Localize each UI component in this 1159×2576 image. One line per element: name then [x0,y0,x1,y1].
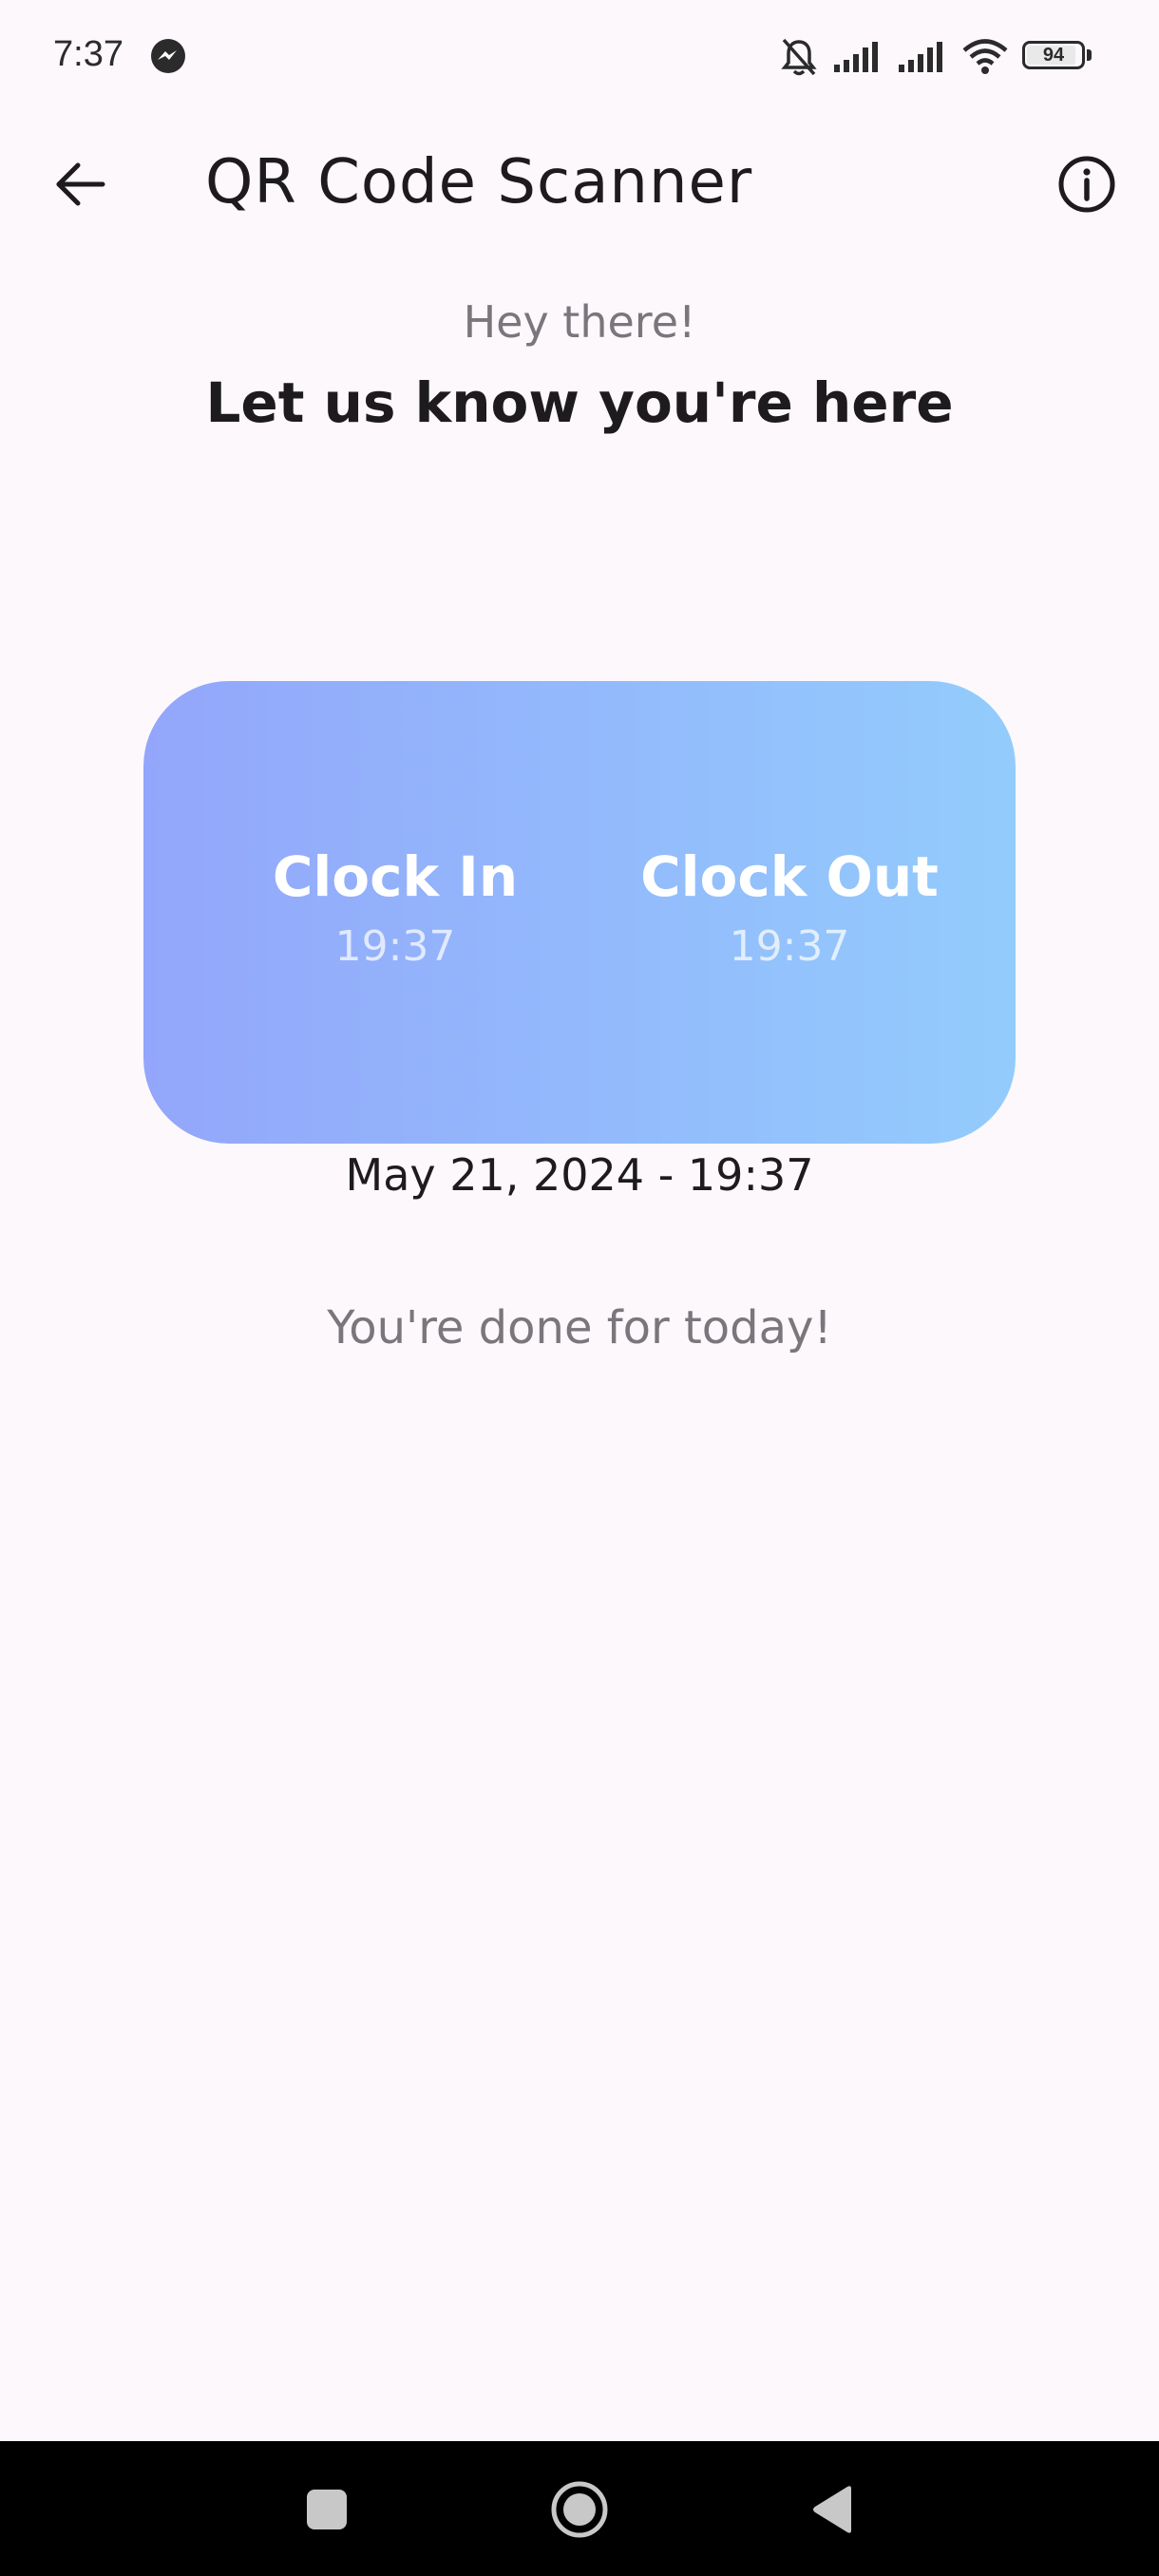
clock-card[interactable]: Clock In 19:37 Clock Out 19:37 [143,681,1016,1144]
home-icon [551,2481,608,2538]
back-icon [813,2486,851,2533]
recents-button[interactable] [287,2470,367,2549]
status-bar: 7:37 94 [0,0,1159,114]
clock-out-section: Clock Out 19:37 [618,843,960,974]
messenger-icon [151,39,185,73]
status-message: You're done for today! [327,1301,832,1354]
status-icons: 94 [779,34,1092,80]
back-button[interactable] [42,146,118,222]
nav-back-button[interactable] [792,2470,872,2549]
screen: 7:37 94 QR Code Scanner Hey there! Let u… [0,0,1159,2576]
wifi-icon [962,39,1008,74]
info-button[interactable] [1049,146,1125,222]
arrow-left-icon [56,162,105,206]
recents-icon [307,2490,347,2529]
clock-out-label: Clock Out [640,844,939,909]
status-time: 7:37 [53,34,124,74]
current-datetime: May 21, 2024 - 19:37 [345,1149,814,1201]
greeting-headline: Let us know you're here [205,370,954,435]
clock-in-label: Clock In [272,844,519,909]
greeting-subtitle: Hey there! [463,296,696,348]
clock-in-section: Clock In 19:37 [224,843,566,974]
clock-out-time: 19:37 [729,922,850,971]
info-icon [1058,156,1115,213]
page-title: QR Code Scanner [205,147,753,218]
battery-icon: 94 [1022,41,1092,73]
clock-in-time: 19:37 [334,922,456,971]
signal-icon [834,42,878,72]
home-button[interactable] [540,2470,619,2549]
system-nav-bar [0,2441,1159,2576]
signal-icon [899,42,942,72]
bell-muted-icon [781,38,817,76]
app-bar: QR Code Scanner [0,123,1159,237]
battery-level: 94 [1042,45,1065,66]
